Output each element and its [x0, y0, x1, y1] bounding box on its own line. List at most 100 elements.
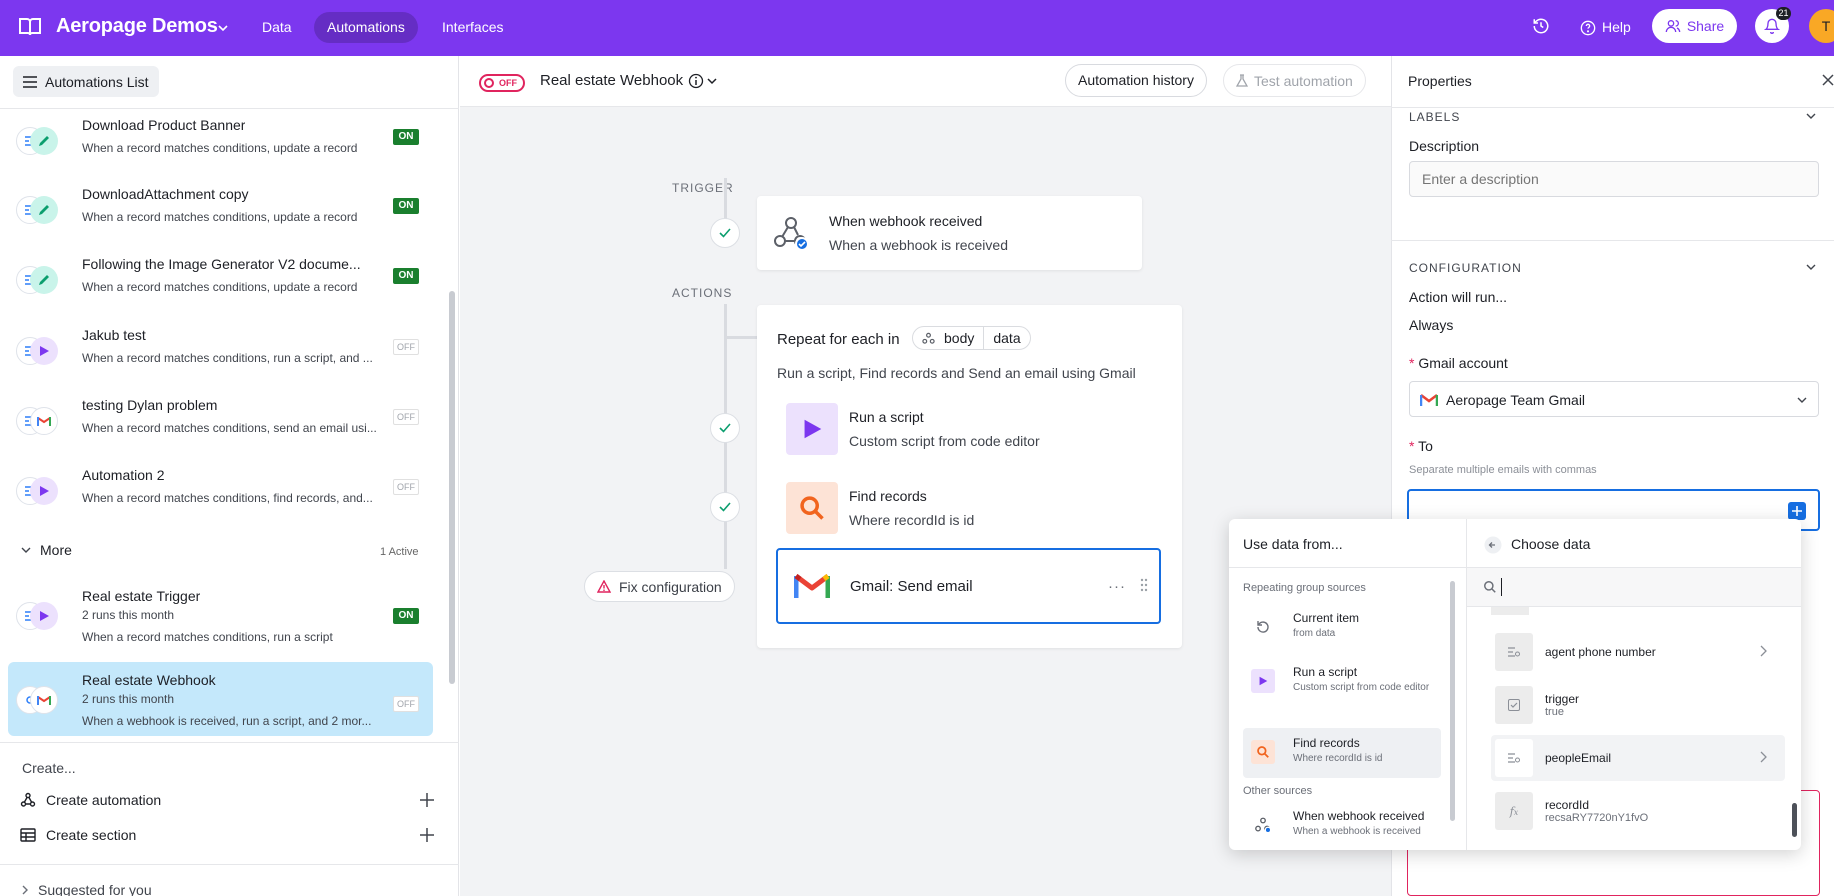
automation-history-button[interactable]: Automation history	[1065, 64, 1207, 97]
automations-list-button[interactable]: Automations List	[13, 66, 159, 97]
action-runs-value[interactable]: Always	[1409, 317, 1453, 333]
description-input[interactable]	[1409, 161, 1819, 197]
play-icon	[30, 337, 58, 365]
field-people-email[interactable]: peopleEmail	[1491, 735, 1785, 781]
automation-title[interactable]: Real estate Webhook	[540, 72, 683, 89]
automation-icon	[20, 792, 36, 808]
gmail-send-step[interactable]: Gmail: Send email ···	[776, 548, 1161, 624]
choose-data-search[interactable]	[1467, 567, 1801, 607]
gmail-step-title: Gmail: Send email	[850, 578, 973, 595]
gmail-icon	[794, 572, 830, 600]
field-record-id[interactable]: fx recordId recsaRY7720nY1fvO	[1491, 788, 1785, 834]
more-section-toggle[interactable]: More	[20, 542, 72, 558]
chevron-down-icon	[20, 544, 32, 556]
tab-data[interactable]: Data	[249, 12, 305, 43]
workspace-name[interactable]: Aeropage Demos	[56, 15, 218, 38]
suggested-section-toggle[interactable]: Suggested for you	[20, 882, 152, 896]
create-automation-button[interactable]: Create automation	[20, 787, 434, 813]
help-button[interactable]: Help	[1580, 12, 1631, 43]
run-script-step[interactable]: Run a script Custom script from code edi…	[776, 400, 1161, 458]
test-automation-button[interactable]: Test automation	[1223, 64, 1366, 97]
item-icons	[16, 477, 58, 505]
automation-item[interactable]: Automation 2 When a record matches condi…	[8, 457, 433, 521]
chevron-down-icon[interactable]	[1805, 261, 1817, 273]
find-records-step[interactable]: Find records Where recordId is id	[776, 479, 1161, 537]
labels-section-header[interactable]: LABELS	[1409, 110, 1460, 124]
automation-item[interactable]: Following the Image Generator V2 docume.…	[8, 246, 433, 310]
repeat-source-pill[interactable]: body data	[912, 326, 1031, 350]
field-trigger[interactable]: trigger true	[1491, 682, 1785, 728]
create-section-button[interactable]: Create section	[20, 822, 434, 848]
chevron-down-icon[interactable]	[1805, 110, 1817, 122]
automation-item[interactable]: DownloadAttachment copy When a record ma…	[8, 176, 433, 240]
status-badge: ON	[393, 608, 419, 624]
tab-interfaces[interactable]: Interfaces	[429, 12, 516, 43]
back-arrow-icon[interactable]	[1484, 536, 1502, 554]
flask-icon	[1236, 73, 1248, 88]
automation-runs: 2 runs this month	[82, 608, 175, 622]
info-icon[interactable]	[688, 73, 718, 89]
close-icon[interactable]	[1822, 74, 1834, 86]
text-field-icon	[1495, 739, 1533, 777]
source-find-records[interactable]: Find records Where recordId is id	[1243, 728, 1441, 778]
fix-configuration-button[interactable]: Fix configuration	[584, 571, 735, 602]
source-desc: Where recordId is id	[1293, 753, 1383, 764]
data-picker-popup: Use data from... Repeating group sources…	[1229, 519, 1801, 850]
status-badge: OFF	[393, 479, 419, 495]
scrollbar[interactable]	[449, 291, 455, 684]
status-badge: OFF	[393, 339, 419, 355]
plus-icon	[420, 793, 434, 807]
gmail-account-select[interactable]: Aeropage Team Gmail	[1409, 381, 1819, 417]
automation-name: Real estate Webhook	[82, 672, 216, 688]
status-badge: OFF	[393, 696, 419, 712]
status-badge: ON	[393, 198, 419, 214]
automation-item[interactable]: testing Dylan problem When a record matc…	[8, 387, 433, 451]
suggested-label: Suggested for you	[38, 882, 152, 896]
gmail-icon	[30, 407, 58, 435]
tab-automations[interactable]: Automations	[314, 12, 418, 43]
source-name: When webhook received	[1293, 809, 1425, 823]
source-current-item[interactable]: Current item from data	[1243, 603, 1441, 653]
more-label: More	[40, 542, 72, 558]
field-agent-phone-number[interactable]: agent phone number	[1491, 629, 1785, 675]
share-label: Share	[1686, 18, 1725, 34]
chevron-down-icon[interactable]	[216, 21, 230, 35]
share-button[interactable]: Share	[1652, 9, 1737, 43]
configuration-section-header[interactable]: CONFIGURATION	[1409, 261, 1522, 275]
scrollbar[interactable]	[1792, 803, 1797, 837]
more-options-icon[interactable]: ···	[1108, 578, 1126, 595]
gmail-account-label: * Gmail account	[1409, 355, 1508, 371]
field-icon-partial	[1491, 607, 1529, 615]
item-icons	[16, 337, 58, 365]
repeat-icon	[1251, 615, 1275, 639]
automation-item[interactable]: Jakub test When a record matches conditi…	[8, 317, 433, 381]
automation-item[interactable]: Download Product Banner When a record ma…	[8, 107, 433, 171]
plus-icon[interactable]	[1788, 502, 1806, 520]
check-icon	[710, 218, 740, 248]
search-icon	[786, 482, 838, 534]
divider	[1229, 567, 1467, 568]
to-label: * To	[1409, 438, 1433, 454]
source-webhook[interactable]: When webhook received When a webhook is …	[1243, 801, 1441, 850]
action-runs-label: Action will run...	[1409, 289, 1508, 305]
pill-body: body	[944, 330, 975, 346]
gmail-icon	[1420, 393, 1438, 407]
automation-description: When a record matches conditions, run a …	[82, 630, 333, 644]
history-icon[interactable]	[1532, 17, 1550, 35]
avatar[interactable]: T	[1809, 9, 1834, 43]
active-count: 1 Active	[380, 546, 419, 558]
source-name: Find records	[1293, 736, 1360, 750]
scrollbar[interactable]	[1450, 581, 1455, 821]
automation-item[interactable]: Real estate Trigger 2 runs this month Wh…	[8, 578, 433, 654]
item-icons	[16, 602, 58, 630]
repeat-title: Repeat for each in	[777, 331, 900, 348]
source-run-script[interactable]: Run a script Custom script from code edi…	[1243, 657, 1441, 715]
bell-icon	[1764, 18, 1780, 34]
automation-item-selected[interactable]: Real estate Webhook 2 runs this month Wh…	[8, 662, 433, 736]
automation-description: When a record matches conditions, find r…	[82, 491, 373, 505]
book-icon[interactable]	[18, 15, 42, 39]
item-icons	[16, 686, 58, 714]
drag-handle-icon[interactable]	[1140, 578, 1148, 592]
automation-toggle[interactable]: OFF	[479, 74, 525, 92]
trigger-card[interactable]: When webhook received When a webhook is …	[757, 196, 1142, 270]
